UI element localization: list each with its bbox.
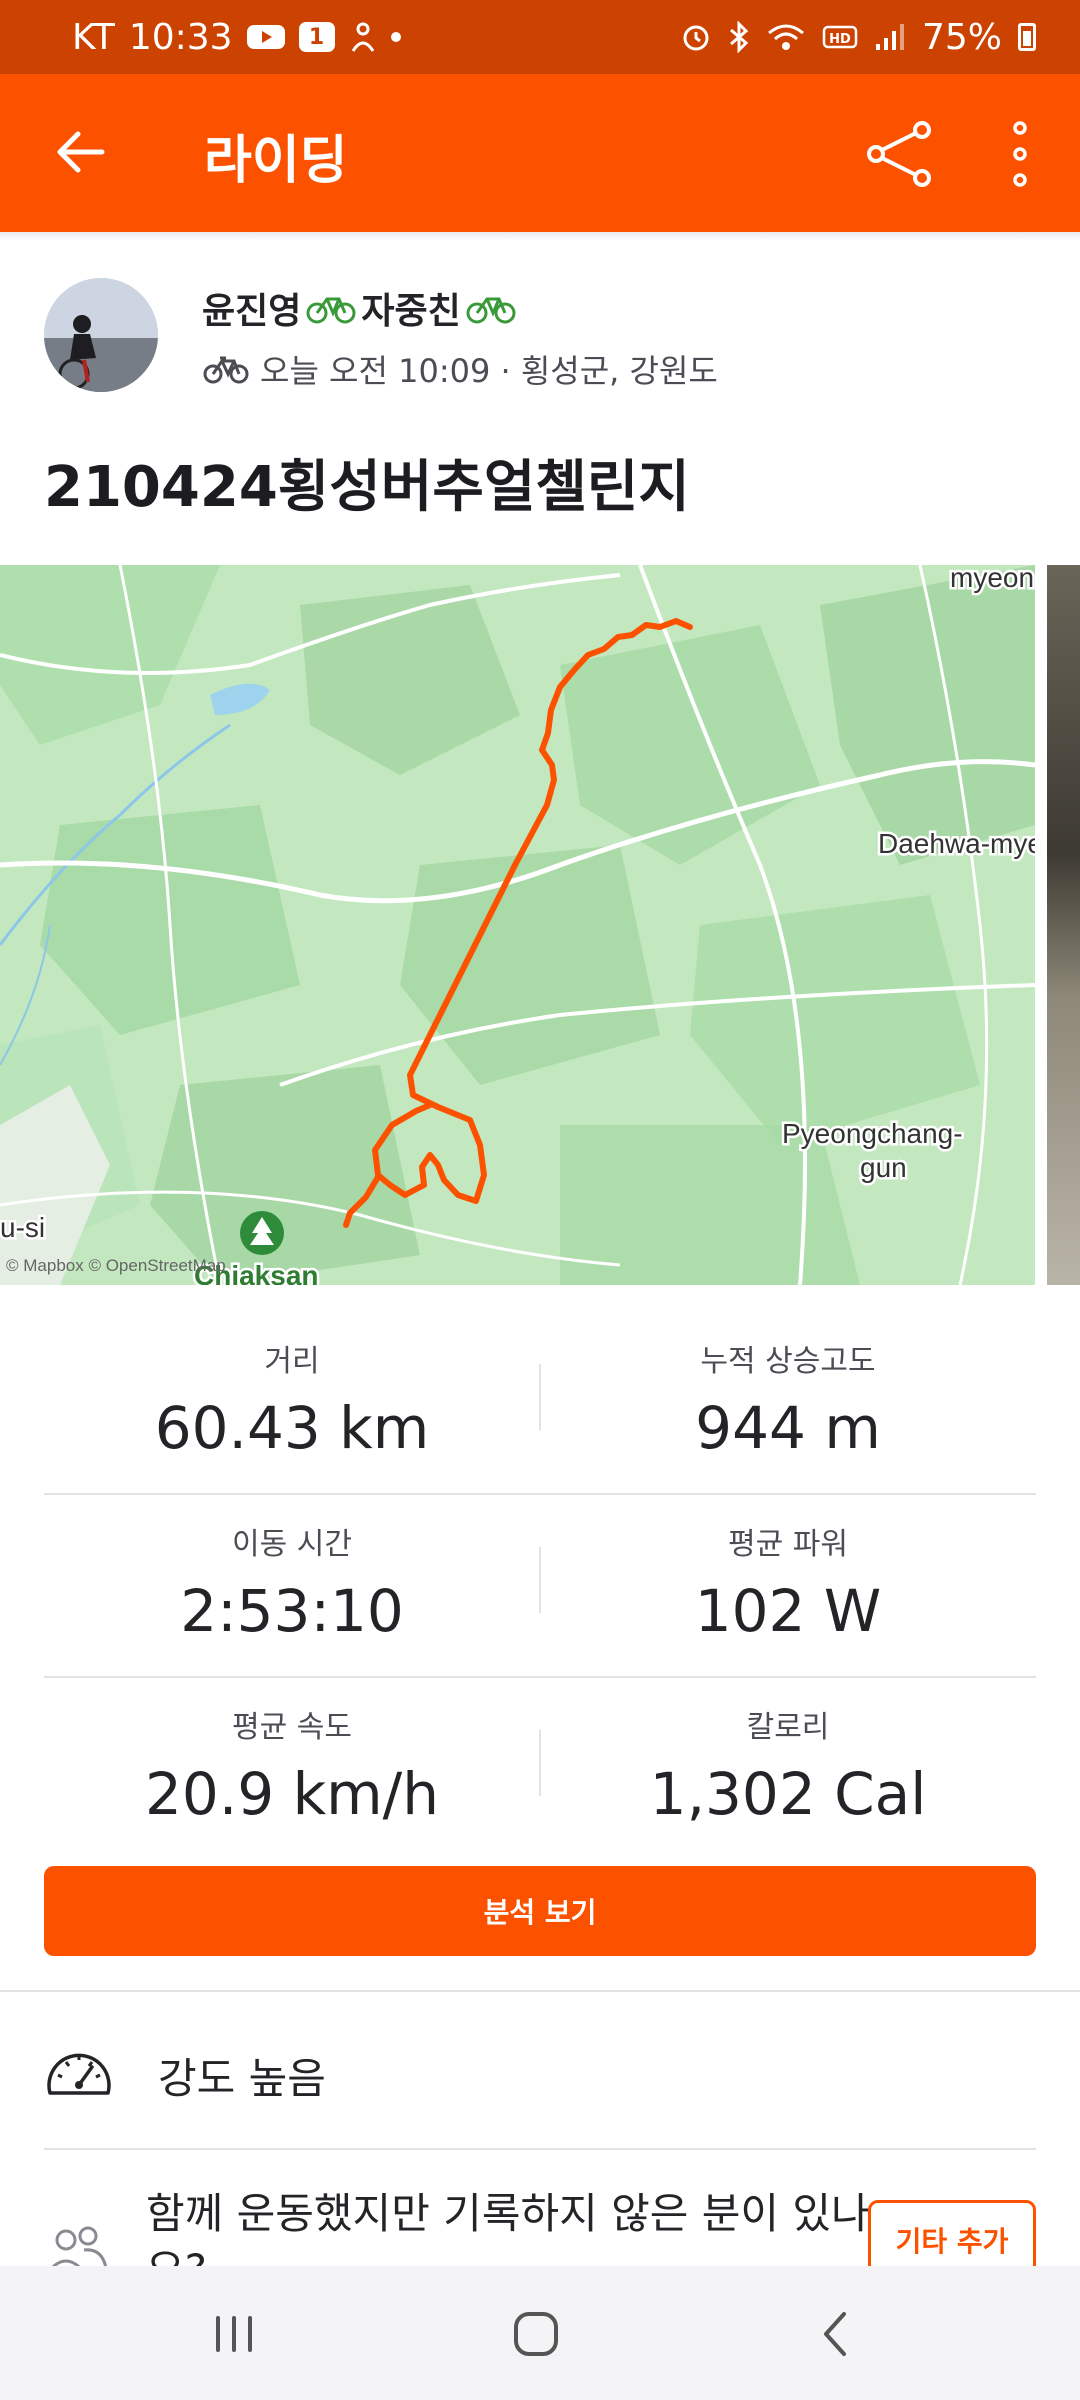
- more-vertical-icon[interactable]: [1000, 118, 1040, 190]
- app-bar-shadow: [0, 232, 1080, 240]
- gauge-icon: [47, 2053, 111, 2095]
- bicycle-icon: [203, 356, 249, 384]
- divider: [44, 2148, 1036, 2150]
- stat-label: 누적 상승고도: [700, 1344, 876, 1379]
- map-label-myeon: myeon: [950, 565, 1034, 593]
- app-icon: [351, 22, 374, 52]
- page-title: 라이딩: [204, 131, 348, 191]
- bluetooth-icon: [730, 21, 749, 53]
- battery-icon: [1018, 23, 1036, 51]
- stats-grid: 거리 60.43 km 누적 상승고도 944 m 이동 시간 2:53:10 …: [44, 1312, 1036, 1861]
- avatar-photo: [44, 278, 158, 392]
- group-activity-text: 함께 운동했지만 기록하지 않은 분이 있나요?: [146, 2189, 870, 2266]
- activity-title: 210424횡성버추얼첼린지: [44, 455, 690, 520]
- athlete-badge-text: 자중친: [361, 291, 461, 332]
- athlete-name-text: 윤진영: [202, 291, 302, 332]
- bicycle-emoji-icon: [306, 297, 356, 324]
- map-label-pyeongchang-1: Pyeongchang-: [782, 1118, 963, 1149]
- battery-percent: 75%: [921, 16, 1002, 58]
- status-bar: KT 10:33 1 HD 75%: [0, 0, 1080, 74]
- stats-row: 거리 60.43 km 누적 상승고도 944 m: [44, 1312, 1036, 1495]
- map-label-daehwa: Daehwa-myeo: [878, 828, 1035, 859]
- home-icon[interactable]: [506, 2306, 566, 2362]
- stat-distance: 거리 60.43 km: [44, 1336, 540, 1462]
- park-marker-icon: [240, 1211, 284, 1255]
- stat-label: 거리: [264, 1344, 320, 1379]
- stat-label: 칼로리: [746, 1710, 830, 1745]
- stat-value: 1,302 Cal: [649, 1760, 927, 1828]
- youtube-icon: [246, 25, 285, 49]
- avatar[interactable]: [44, 278, 158, 392]
- group-icon: [51, 2226, 108, 2266]
- stat-moving-time: 이동 시간 2:53:10: [44, 1519, 540, 1645]
- dot-icon: [390, 32, 401, 42]
- notification-badge-icon: 1: [298, 22, 335, 52]
- stat-value: 102 W: [694, 1577, 882, 1645]
- bicycle-emoji-icon: [466, 297, 516, 324]
- system-nav-bar: [0, 2266, 1080, 2400]
- map-label-u-si: u-si: [0, 1212, 45, 1243]
- alarm-icon: [683, 25, 709, 51]
- stat-value: 60.43 km: [154, 1394, 430, 1462]
- activity-meta-text: 오늘 오전 10:09 · 횡성군, 강원도: [260, 352, 718, 390]
- stat-label: 이동 시간: [232, 1527, 352, 1562]
- view-analysis-button[interactable]: 분석 보기: [44, 1866, 1036, 1956]
- stat-label: 평균 파워: [728, 1527, 848, 1562]
- activity-photo-thumbnail[interactable]: [1047, 565, 1080, 1285]
- clock: 10:33: [128, 16, 233, 58]
- route-map[interactable]: myeon Daehwa-myeo Pyeongchang- gun u-si …: [0, 565, 1035, 1285]
- intensity-row[interactable]: 강도 높음: [44, 2040, 1036, 2110]
- stat-calories: 칼로리 1,302 Cal: [540, 1702, 1036, 1828]
- stat-average-speed: 평균 속도 20.9 km/h: [44, 1702, 540, 1828]
- stat-value: 944 m: [695, 1394, 881, 1462]
- signal-icon: [875, 24, 904, 50]
- stats-row: 이동 시간 2:53:10 평균 파워 102 W: [44, 1495, 1036, 1678]
- activity-meta: 오늘 오전 10:09 · 횡성군, 강원도: [202, 346, 718, 392]
- stat-label: 평균 속도: [232, 1710, 352, 1745]
- back-icon[interactable]: [808, 2306, 868, 2362]
- stat-value: 20.9 km/h: [145, 1760, 439, 1828]
- carrier: KT: [72, 16, 115, 58]
- athlete-name[interactable]: 윤진영 자중친: [202, 282, 517, 334]
- svg-text:HD: HD: [829, 32, 851, 47]
- map-label-pyeongchang-2: gun: [860, 1152, 907, 1183]
- hd-icon: HD: [822, 25, 858, 49]
- stat-average-power: 평균 파워 102 W: [540, 1519, 1036, 1645]
- stat-value: 2:53:10: [180, 1577, 404, 1645]
- intensity-text: 강도 높음: [158, 2053, 326, 2103]
- back-arrow-icon[interactable]: [52, 124, 108, 180]
- wifi-icon: [768, 24, 804, 50]
- divider: [0, 1990, 1080, 1992]
- stats-row: 평균 속도 20.9 km/h 칼로리 1,302 Cal: [44, 1678, 1036, 1861]
- share-icon[interactable]: [864, 118, 936, 190]
- map-attribution[interactable]: © Mapbox © OpenStreetMap: [6, 1256, 226, 1275]
- app-bar: 라이딩: [0, 74, 1080, 232]
- stat-elevation-gain: 누적 상승고도 944 m: [540, 1336, 1036, 1462]
- recent-apps-icon[interactable]: [204, 2306, 264, 2362]
